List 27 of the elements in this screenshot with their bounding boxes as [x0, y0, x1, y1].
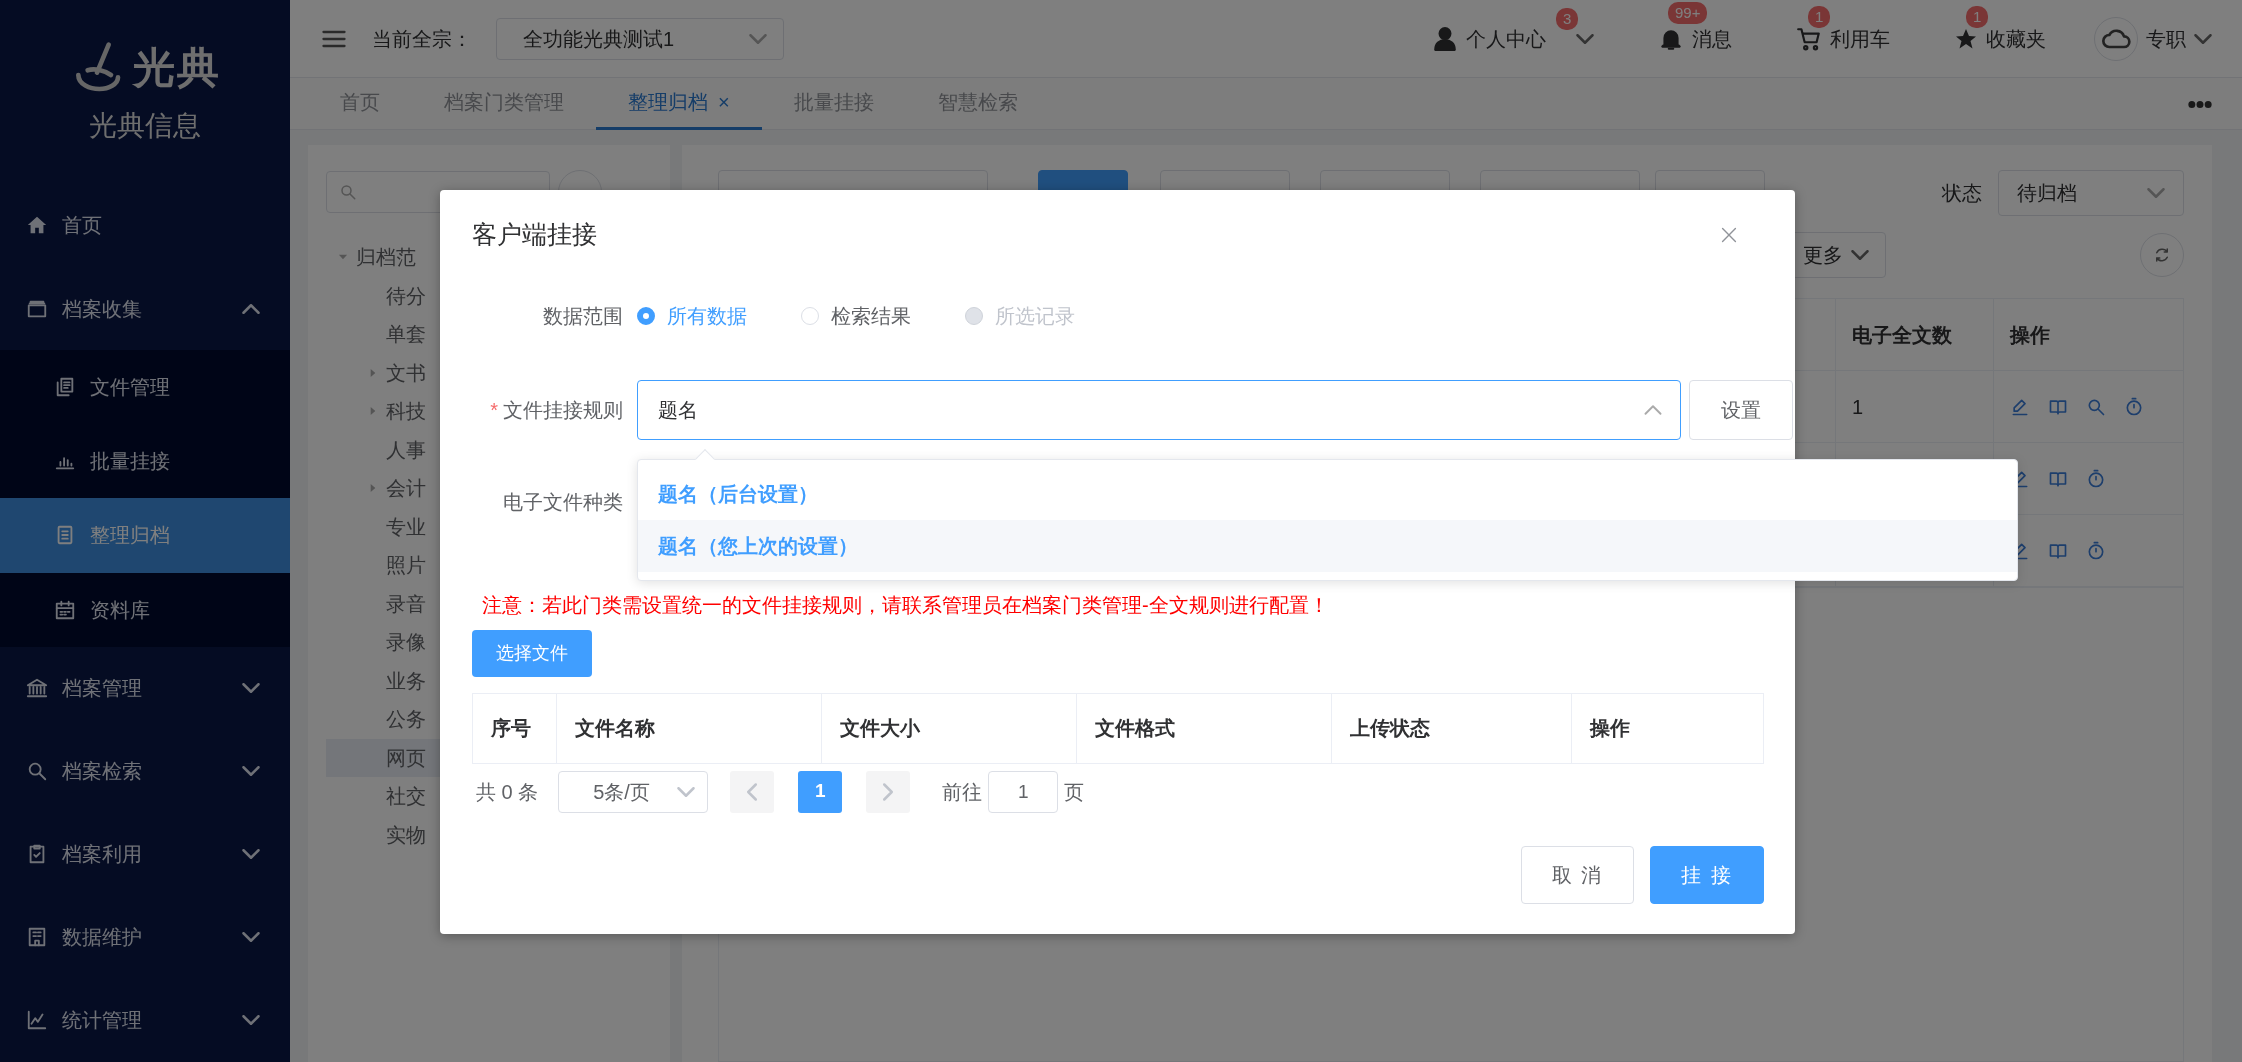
- fonds-label: 当前全宗：: [372, 26, 472, 52]
- column-header: 文件格式: [1076, 693, 1331, 763]
- notification-count: 99+: [1668, 1, 1708, 24]
- page-suffix: 页: [1064, 779, 1085, 805]
- radio-label: 所选记录: [995, 303, 1075, 329]
- column-header: 上传状态: [1331, 693, 1571, 763]
- form-label: 文件挂接规则: [503, 397, 623, 423]
- form-label: 电子文件种类: [502, 489, 624, 515]
- column-header: 操作: [1993, 299, 2183, 370]
- table-cell-text: 1: [1852, 394, 1864, 420]
- org-name: 光典信息: [89, 109, 201, 144]
- column-header: 文件名称: [556, 693, 821, 763]
- logo-text: 光典: [133, 43, 221, 94]
- notification-count: 3: [1556, 7, 1579, 30]
- column-header: 操作: [1571, 693, 1763, 763]
- column-header: 电子全文数: [1835, 299, 1993, 370]
- goto-label: 前往: [942, 779, 983, 805]
- column-header: 序号: [490, 716, 532, 741]
- column-header: 文件大小: [821, 693, 1076, 763]
- status-label: 状态: [1942, 181, 1982, 206]
- notification-count: 1: [1808, 5, 1831, 28]
- required-mark: *: [490, 397, 498, 423]
- notice-text: 注意：若此门类需设置统一的文件挂接规则，请联系管理员在档案门类管理-全文规则进行配置！: [481, 592, 1330, 618]
- form-label: 数据范围: [542, 303, 624, 329]
- notification-count: 1: [1966, 5, 1989, 28]
- dialog-title: 客户端挂接: [472, 219, 597, 250]
- total-count: 共 0 条: [476, 779, 539, 805]
